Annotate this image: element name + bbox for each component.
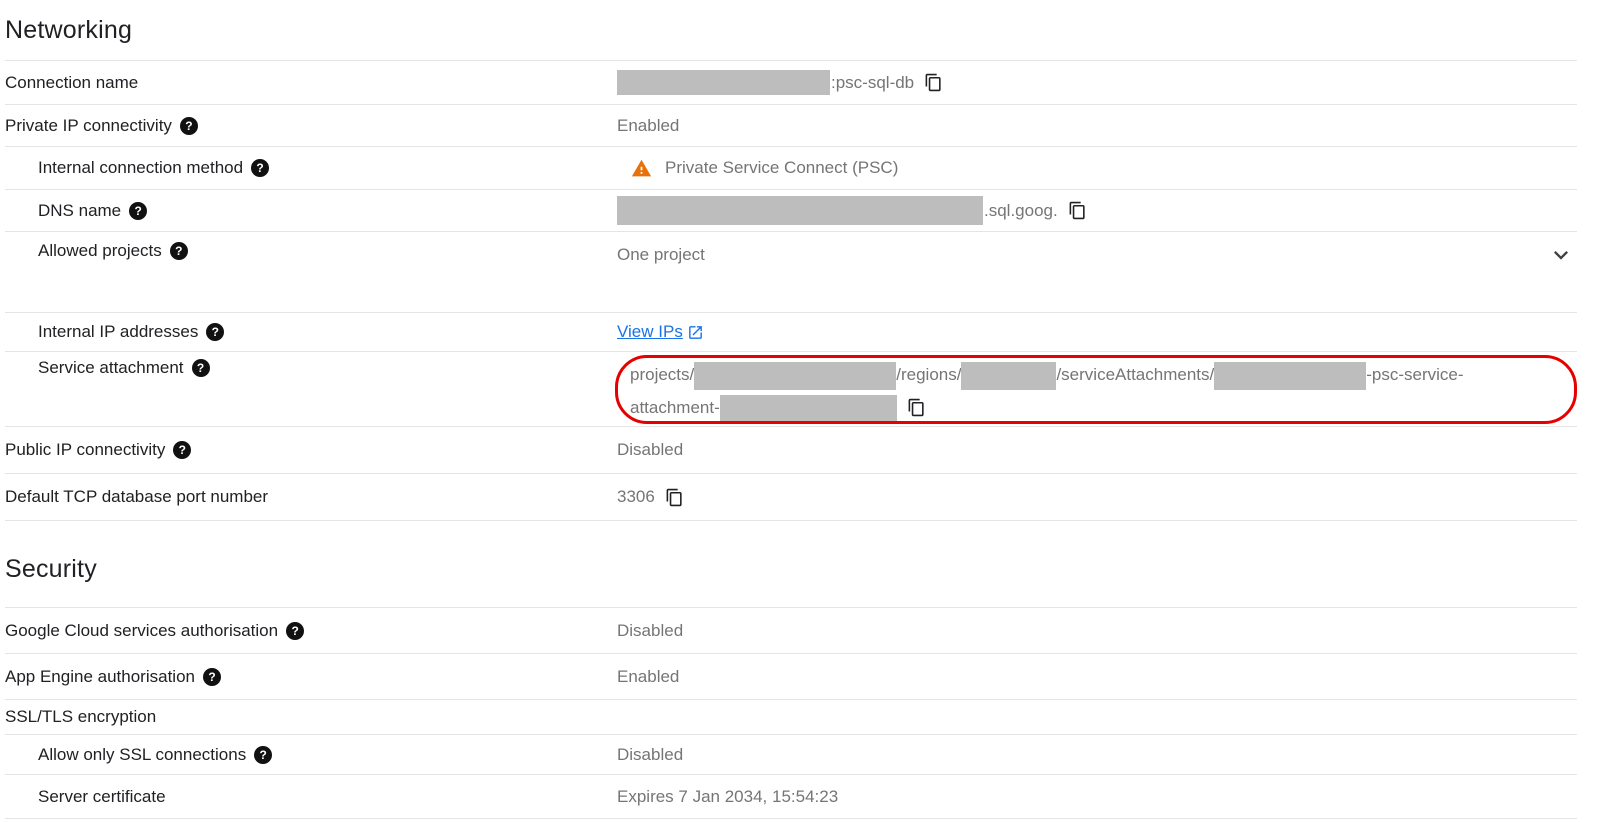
row-dns-name: DNS name ? .sql.goog. — [5, 190, 1577, 232]
copy-icon[interactable] — [1068, 201, 1087, 220]
port-value: 3306 — [617, 487, 655, 507]
service-attachment-value: projects/ /regions/ /serviceAttachments/ -p… — [617, 358, 1464, 424]
help-icon[interactable]: ? — [180, 117, 198, 135]
public-ip-label: Public IP connectivity — [5, 440, 165, 460]
allowed-projects-label: Allowed projects — [38, 241, 162, 261]
path-segment: /serviceAttachments/ — [1056, 365, 1214, 384]
allowed-projects-value: One project — [617, 245, 705, 265]
chevron-down-icon[interactable] — [1547, 241, 1575, 269]
row-label: Internal connection method ? — [5, 158, 617, 178]
row-label: Service attachment ? — [5, 358, 617, 378]
row-value: One project — [617, 241, 1577, 269]
section-title-security: Security — [5, 553, 1577, 585]
path-segment: /regions/ — [896, 365, 961, 384]
internal-method-label: Internal connection method — [38, 158, 243, 178]
service-attachment-line2: attachment- — [630, 391, 1464, 424]
row-app-engine-authorisation: App Engine authorisation ? Enabled — [5, 654, 1577, 700]
row-service-attachment: Service attachment ? projects/ /regions/ /… — [5, 352, 1577, 427]
help-icon[interactable]: ? — [206, 323, 224, 341]
gcs-auth-label: Google Cloud services authorisation — [5, 621, 278, 641]
row-value: View IPs — [617, 322, 1577, 342]
service-attachment-label: Service attachment — [38, 358, 184, 378]
gcs-auth-value: Disabled — [617, 621, 1577, 641]
section-title-networking: Networking — [5, 14, 1577, 46]
public-ip-value: Disabled — [617, 440, 1577, 460]
internal-method-value: Private Service Connect (PSC) — [665, 158, 898, 178]
row-label: Server certificate — [5, 787, 617, 807]
row-private-ip-connectivity: Private IP connectivity ? Enabled — [5, 105, 1577, 147]
connection-name-label: Connection name — [5, 73, 138, 93]
row-label: App Engine authorisation ? — [5, 667, 617, 687]
copy-icon[interactable] — [665, 488, 684, 507]
ssl-tls-label: SSL/TLS encryption — [5, 707, 156, 727]
row-connection-name: Connection name :psc-sql-db — [5, 61, 1577, 105]
app-engine-label: App Engine authorisation — [5, 667, 195, 687]
row-label: DNS name ? — [5, 201, 617, 221]
help-icon[interactable]: ? — [129, 202, 147, 220]
row-value: Private Service Connect (PSC) — [617, 158, 1577, 179]
help-icon[interactable]: ? — [173, 441, 191, 459]
row-label: Private IP connectivity ? — [5, 116, 617, 136]
help-icon[interactable]: ? — [286, 622, 304, 640]
server-cert-label: Server certificate — [38, 787, 166, 807]
row-label: SSL/TLS encryption — [5, 707, 617, 727]
row-value: projects/ /regions/ /serviceAttachments/ -p… — [617, 358, 1577, 424]
ssl-only-label: Allow only SSL connections — [38, 745, 246, 765]
redacted-dns-name — [617, 196, 983, 225]
service-attachment-line1: projects/ /regions/ /serviceAttachments/ -p… — [630, 358, 1464, 391]
dns-name-value: .sql.goog. — [984, 201, 1058, 221]
row-internal-connection-method: Internal connection method ? Private Ser… — [5, 147, 1577, 190]
row-label: Allowed projects ? — [5, 241, 617, 261]
internal-ips-label: Internal IP addresses — [38, 322, 198, 342]
row-label: Default TCP database port number — [5, 487, 617, 507]
row-label: Connection name — [5, 73, 617, 93]
help-icon[interactable]: ? — [192, 359, 210, 377]
row-value: :psc-sql-db — [617, 70, 1577, 95]
row-server-certificate: Server certificate Expires 7 Jan 2034, 1… — [5, 775, 1577, 819]
row-label: Allow only SSL connections ? — [5, 745, 617, 765]
row-label: Internal IP addresses ? — [5, 322, 617, 342]
dns-name-label: DNS name — [38, 201, 121, 221]
row-label: Public IP connectivity ? — [5, 440, 617, 460]
row-public-ip-connectivity: Public IP connectivity ? Disabled — [5, 427, 1577, 474]
redacted-project — [694, 362, 896, 390]
row-value: 3306 — [617, 487, 1577, 507]
redacted-attachment-name — [1214, 362, 1366, 390]
private-ip-value: Enabled — [617, 116, 1577, 136]
row-value: .sql.goog. — [617, 196, 1577, 225]
path-segment: projects/ — [630, 365, 694, 384]
copy-icon[interactable] — [907, 398, 926, 417]
row-default-tcp-port: Default TCP database port number 3306 — [5, 474, 1577, 521]
port-label: Default TCP database port number — [5, 487, 268, 507]
redacted-project-id — [617, 70, 830, 95]
copy-icon[interactable] — [924, 73, 943, 92]
help-icon[interactable]: ? — [251, 159, 269, 177]
row-allowed-projects: Allowed projects ? One project — [5, 232, 1577, 313]
row-allow-only-ssl: Allow only SSL connections ? Disabled — [5, 735, 1577, 775]
row-gcs-authorisation: Google Cloud services authorisation ? Di… — [5, 608, 1577, 654]
warning-icon — [631, 158, 652, 179]
redacted-region — [961, 362, 1056, 390]
security-table: Google Cloud services authorisation ? Di… — [5, 607, 1577, 819]
row-label: Google Cloud services authorisation ? — [5, 621, 617, 641]
row-ssl-tls-encryption: SSL/TLS encryption — [5, 700, 1577, 735]
ssl-only-value: Disabled — [617, 745, 1577, 765]
path-segment: attachment- — [630, 398, 720, 417]
sql-instance-details-page: Networking Connection name :psc-sql-db P… — [0, 0, 1600, 822]
help-icon[interactable]: ? — [203, 668, 221, 686]
connection-name-value: :psc-sql-db — [831, 73, 914, 93]
redacted-attachment-suffix — [720, 395, 897, 423]
private-ip-label: Private IP connectivity — [5, 116, 172, 136]
app-engine-value: Enabled — [617, 667, 1577, 687]
help-icon[interactable]: ? — [254, 746, 272, 764]
row-internal-ip-addresses: Internal IP addresses ? View IPs — [5, 313, 1577, 352]
view-ips-link[interactable]: View IPs — [617, 322, 683, 342]
external-link-icon[interactable] — [687, 324, 704, 341]
help-icon[interactable]: ? — [170, 242, 188, 260]
path-segment: -psc-service- — [1366, 365, 1463, 384]
networking-table: Connection name :psc-sql-db Private IP c… — [5, 60, 1577, 521]
server-cert-value: Expires 7 Jan 2034, 15:54:23 — [617, 787, 1577, 807]
